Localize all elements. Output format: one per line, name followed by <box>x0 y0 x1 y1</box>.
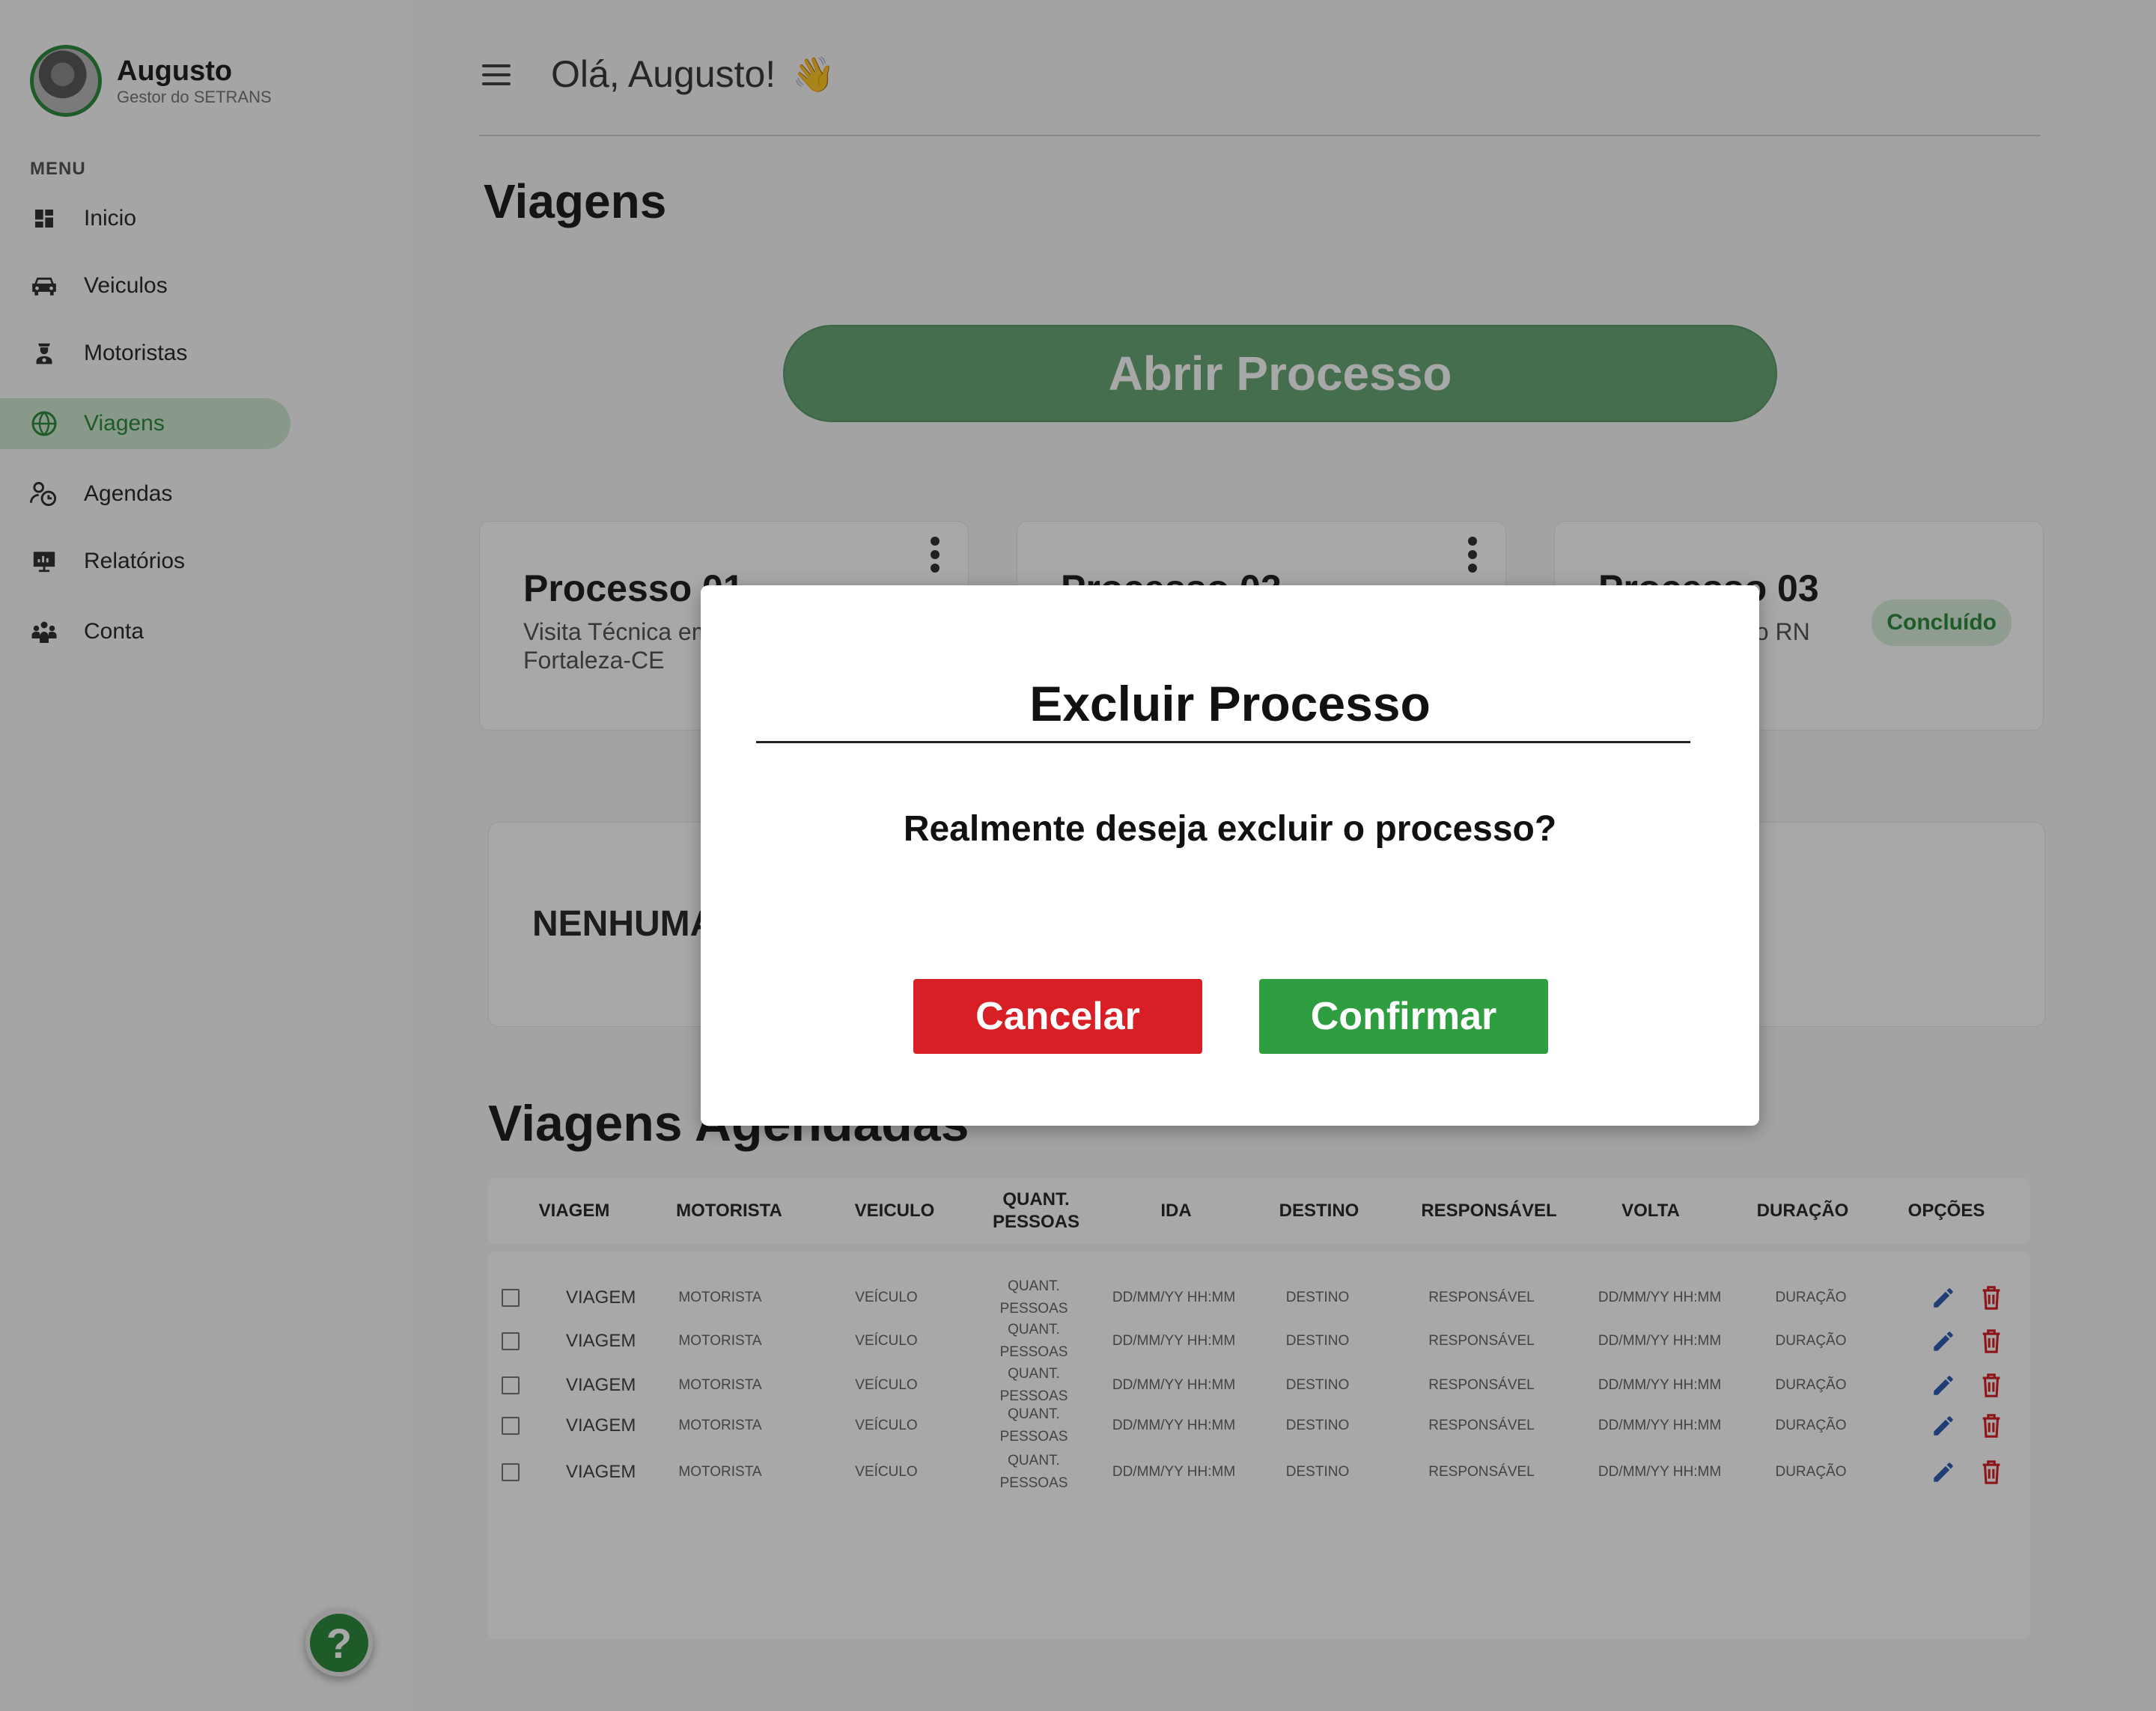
modal-title: Excluir Processo <box>1029 676 1431 731</box>
modal-message: Realmente deseja excluir o processo? <box>903 809 1557 849</box>
confirm-button[interactable]: Confirmar <box>1259 979 1548 1054</box>
modal-divider <box>756 741 1690 743</box>
delete-process-modal: Excluir Processo Realmente deseja exclui… <box>701 585 1759 1126</box>
cancel-button[interactable]: Cancelar <box>913 979 1202 1054</box>
